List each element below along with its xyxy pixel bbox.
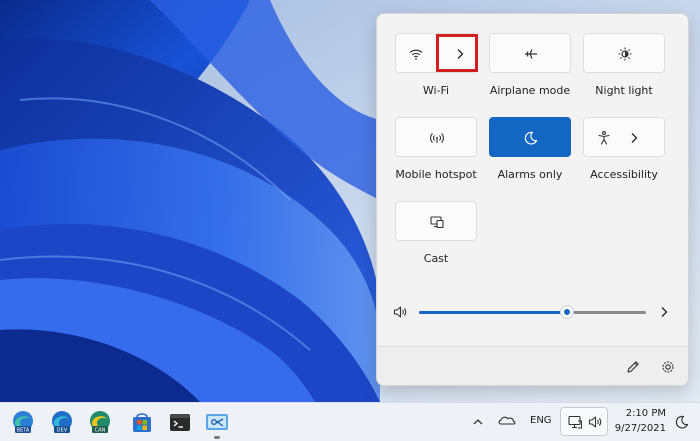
volume-slider-fill — [419, 311, 567, 314]
accessibility-icon — [596, 130, 612, 146]
language-indicator[interactable]: ENG — [530, 415, 552, 426]
clock[interactable]: 2:10 PM 9/27/2021 — [612, 406, 668, 438]
wifi-tile[interactable] — [395, 33, 478, 73]
night-light-tile[interactable] — [583, 33, 665, 73]
microsoft-store-button[interactable] — [128, 408, 156, 436]
microsoft-store-icon — [133, 413, 151, 432]
chevron-up-icon[interactable] — [471, 414, 485, 428]
running-indicator — [214, 436, 220, 439]
edge-beta-button[interactable]: BETA — [9, 408, 37, 436]
clock-date: 9/27/2021 — [614, 423, 666, 434]
edge-dev-button[interactable]: DEV — [48, 408, 76, 436]
focus-assist-moon-icon[interactable] — [674, 414, 690, 430]
snipping-tool-button[interactable] — [203, 408, 231, 436]
accessibility-tile[interactable] — [583, 117, 665, 157]
edge-canary-badge: CAN — [95, 428, 106, 434]
airplane-icon — [523, 46, 539, 62]
night-light-icon — [617, 46, 633, 62]
cast-label: Cast — [423, 252, 449, 265]
alarms-only-label: Alarms only — [497, 168, 563, 181]
network-icon — [567, 414, 583, 430]
volume-slider-track[interactable] — [419, 311, 646, 314]
chevron-right-icon[interactable] — [656, 304, 672, 320]
edge-canary-icon: CAN — [90, 411, 110, 434]
cast-icon — [429, 214, 445, 230]
airplane-mode-tile[interactable] — [489, 33, 571, 73]
wifi-label: Wi-Fi — [422, 84, 450, 97]
volume-icon — [587, 414, 603, 430]
alarms-only-tile[interactable] — [489, 117, 571, 157]
pencil-icon[interactable] — [625, 359, 641, 375]
edge-beta-badge: BETA — [17, 428, 30, 434]
speaker-icon[interactable] — [392, 304, 408, 320]
volume-slider-thumb[interactable] — [559, 305, 574, 319]
gear-icon[interactable] — [660, 359, 676, 375]
wifi-icon — [408, 46, 424, 62]
accessibility-label: Accessibility — [590, 168, 658, 181]
network-volume-group[interactable] — [560, 407, 608, 436]
edge-beta-icon: BETA — [13, 411, 33, 434]
terminal-icon — [170, 414, 190, 431]
quick-settings-panel: Wi-Fi Airplane mode Night light Mobile h… — [376, 13, 689, 386]
edge-canary-button[interactable]: CAN — [86, 408, 114, 436]
edge-dev-badge: DEV — [57, 428, 68, 434]
mobile-hotspot-label: Mobile hotspot — [395, 168, 477, 181]
edge-dev-icon: DEV — [52, 411, 72, 434]
chevron-right-icon[interactable] — [626, 130, 642, 146]
night-light-label: Night light — [595, 84, 653, 97]
mobile-hotspot-icon — [429, 130, 445, 146]
airplane-mode-label: Airplane mode — [489, 84, 571, 97]
onedrive-icon[interactable] — [497, 412, 517, 428]
snipping-tool-icon — [206, 414, 228, 430]
highlight-box — [436, 34, 478, 72]
terminal-button[interactable] — [166, 408, 194, 436]
quick-settings-footer — [377, 346, 688, 385]
clock-time: 2:10 PM — [625, 408, 666, 419]
moon-icon — [523, 130, 539, 146]
taskbar: BETA DEV CAN ENG 2:10 PM 9/27/2021 — [0, 402, 700, 441]
mobile-hotspot-tile[interactable] — [395, 117, 477, 157]
cast-tile[interactable] — [395, 201, 477, 241]
